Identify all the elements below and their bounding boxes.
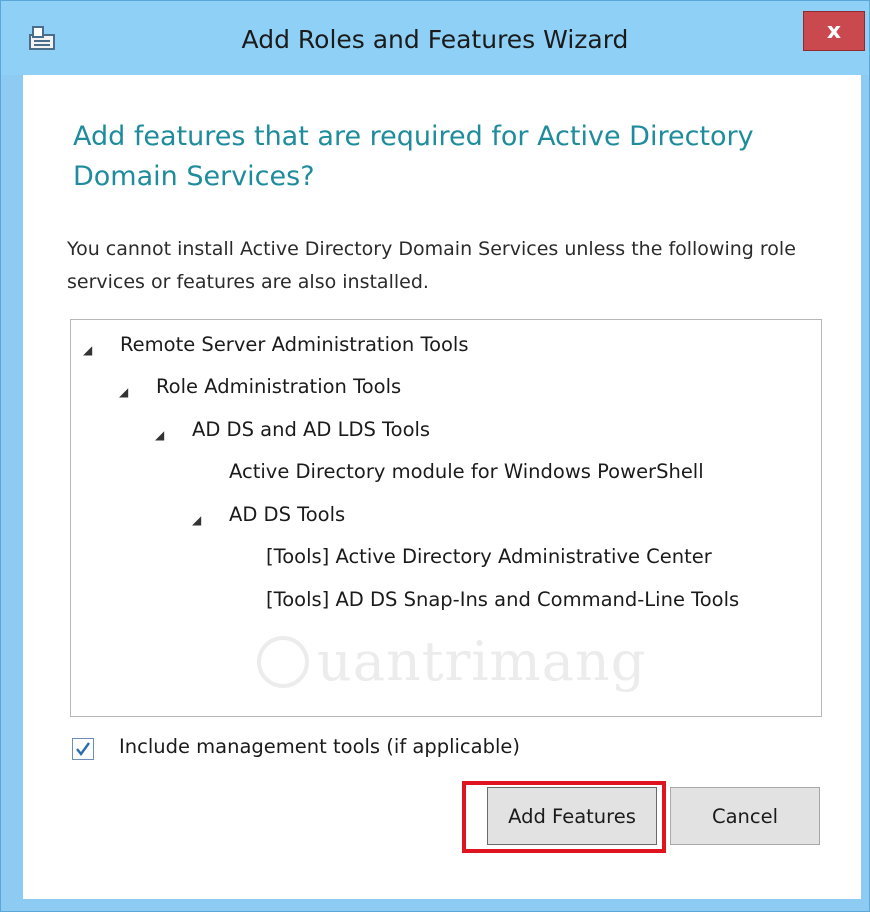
tree-item[interactable]: Remote Server Administration Tools — [120, 333, 469, 356]
wizard-window: Add Roles and Features Wizard x Add feat… — [0, 0, 870, 912]
close-button[interactable]: x — [803, 11, 865, 51]
tree-item[interactable]: Role Administration Tools — [156, 375, 401, 398]
lightbulb-icon — [257, 636, 309, 688]
expand-arrow-icon[interactable]: ◢ — [119, 385, 128, 399]
tree-item[interactable]: [Tools] Active Directory Administrative … — [266, 545, 712, 568]
expand-arrow-icon[interactable]: ◢ — [192, 513, 201, 527]
include-tools-checkbox[interactable] — [72, 738, 94, 760]
cancel-button[interactable]: Cancel — [670, 787, 820, 845]
checkmark-icon — [76, 742, 90, 756]
watermark-text: uantrimang — [317, 630, 647, 693]
tree-item[interactable]: [Tools] AD DS Snap-Ins and Command-Line … — [266, 588, 739, 611]
include-tools-label[interactable]: Include management tools (if applicable) — [119, 735, 520, 758]
highlight-box — [462, 781, 666, 853]
tree-item[interactable]: AD DS Tools — [229, 503, 345, 526]
tree-item[interactable]: Active Directory module for Windows Powe… — [229, 460, 704, 483]
dialog-body: Add features that are required for Activ… — [23, 75, 861, 899]
watermark: uantrimang — [257, 630, 647, 693]
features-tree[interactable]: uantrimang ◢ Remote Server Administratio… — [70, 319, 822, 717]
window-title: Add Roles and Features Wizard — [241, 25, 629, 54]
expand-arrow-icon[interactable]: ◢ — [83, 343, 92, 357]
dialog-description: You cannot install Active Directory Doma… — [67, 238, 796, 293]
title-bar[interactable]: Add Roles and Features Wizard x — [1, 1, 869, 75]
tree-item[interactable]: AD DS and AD LDS Tools — [192, 418, 430, 441]
dialog-heading: Add features that are required for Activ… — [73, 121, 754, 192]
close-icon: x — [826, 18, 842, 44]
expand-arrow-icon[interactable]: ◢ — [155, 428, 164, 442]
